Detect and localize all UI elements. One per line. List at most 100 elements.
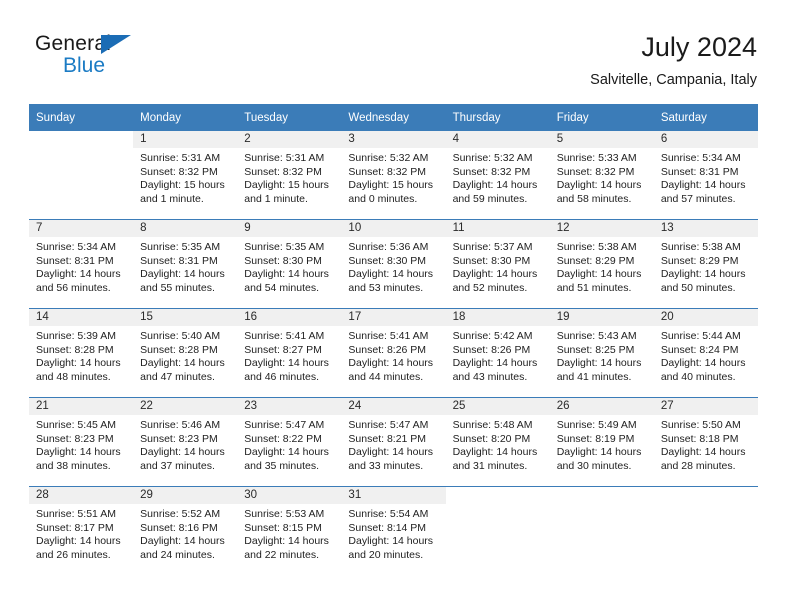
daylight-text-line1: Daylight: 14 hours (140, 535, 225, 548)
day-cell-12[interactable]: 12 Sunrise: 5:38 AM Sunset: 8:29 PM Dayligh… (549, 220, 654, 308)
day-number: 7 (29, 220, 134, 237)
sunrise-text: Sunrise: 5:53 AM (244, 508, 325, 520)
daylight-text-line1: Daylight: 14 hours (556, 179, 642, 192)
day-cell-28[interactable]: 28 Sunrise: 5:51 AM Sunset: 8:17 PM Dayligh… (29, 487, 134, 575)
calendar-cell: 4 Sunrise: 5:32 AM Sunset: 8:32 PM Daylight… (445, 131, 550, 220)
sunset-text: Sunset: 8:23 PM (36, 432, 114, 445)
daylight-text-line2: and 55 minutes. (140, 281, 215, 294)
day-details: Sunrise: 5:31 AM Sunset: 8:32 PM Daylight:… (237, 148, 341, 206)
day-details: Sunrise: 5:52 AM Sunset: 8:16 PM Daylight:… (133, 504, 237, 562)
day-cell-27[interactable]: 27 Sunrise: 5:50 AM Sunset: 8:18 PM Dayligh… (653, 398, 758, 486)
day-cell-2[interactable]: 2 Sunrise: 5:31 AM Sunset: 8:32 PM Daylight… (237, 131, 342, 219)
day-details: Sunrise: 5:51 AM Sunset: 8:17 PM Daylight:… (29, 504, 133, 562)
day-cell-7[interactable]: 7 Sunrise: 5:34 AM Sunset: 8:31 PM Daylight… (29, 220, 134, 308)
calendar-week-row: 7 Sunrise: 5:34 AM Sunset: 8:31 PM Daylight… (29, 219, 758, 309)
calendar-cell: 8 Sunrise: 5:35 AM Sunset: 8:31 PM Daylight… (133, 219, 238, 309)
daylight-text-line1: Daylight: 14 hours (556, 357, 642, 370)
daylight-text-line2: and 46 minutes. (244, 370, 319, 383)
calendar-cell: 12 Sunrise: 5:38 AM Sunset: 8:29 PM Dayligh… (549, 219, 654, 309)
day-details: Sunrise: 5:54 AM Sunset: 8:14 PM Daylight:… (341, 504, 445, 562)
day-cell-9[interactable]: 9 Sunrise: 5:35 AM Sunset: 8:30 PM Daylight… (237, 220, 342, 308)
day-cell-10[interactable]: 10 Sunrise: 5:36 AM Sunset: 8:30 PM Dayligh… (341, 220, 446, 308)
day-cell-16[interactable]: 16 Sunrise: 5:41 AM Sunset: 8:27 PM Dayligh… (237, 309, 342, 397)
calendar-cell: 5 Sunrise: 5:33 AM Sunset: 8:32 PM Daylight… (549, 131, 654, 220)
sunrise-text: Sunrise: 5:50 AM (660, 419, 741, 431)
calendar-week-row: 28 Sunrise: 5:51 AM Sunset: 8:17 PM Dayligh… (29, 486, 758, 575)
day-details: Sunrise: 5:53 AM Sunset: 8:15 PM Daylight:… (237, 504, 341, 562)
day-number: 14 (29, 309, 134, 326)
sunset-text: Sunset: 8:31 PM (660, 165, 739, 178)
day-number (29, 131, 133, 148)
weekday-header-tuesday: Tuesday (237, 104, 342, 131)
day-cell-21[interactable]: 21 Sunrise: 5:45 AM Sunset: 8:23 PM Dayligh… (29, 398, 134, 486)
day-details: Sunrise: 5:49 AM Sunset: 8:19 PM Daylight:… (550, 415, 654, 473)
day-cell-empty (550, 487, 654, 575)
daylight-text-line1: Daylight: 14 hours (660, 357, 746, 370)
day-details: Sunrise: 5:32 AM Sunset: 8:32 PM Daylight:… (341, 148, 445, 206)
calendar-cell (549, 486, 654, 575)
day-cell-24[interactable]: 24 Sunrise: 5:47 AM Sunset: 8:21 PM Dayligh… (341, 398, 446, 486)
sunset-text: Sunset: 8:32 PM (452, 165, 531, 178)
daylight-text-line1: Daylight: 14 hours (660, 446, 746, 459)
day-details: Sunrise: 5:48 AM Sunset: 8:20 PM Daylight:… (446, 415, 550, 473)
daylight-text-line1: Daylight: 14 hours (452, 179, 538, 192)
calendar-cell: 3 Sunrise: 5:32 AM Sunset: 8:32 PM Daylight… (341, 131, 446, 220)
general-blue-logo[interactable]: General Blue (35, 32, 155, 88)
sunrise-text: Sunrise: 5:48 AM (452, 419, 533, 431)
day-number: 21 (29, 398, 134, 415)
day-cell-31[interactable]: 31 Sunrise: 5:54 AM Sunset: 8:14 PM Dayligh… (341, 487, 446, 575)
day-cell-15[interactable]: 15 Sunrise: 5:40 AM Sunset: 8:28 PM Dayligh… (133, 309, 238, 397)
day-cell-8[interactable]: 8 Sunrise: 5:35 AM Sunset: 8:31 PM Daylight… (133, 220, 238, 308)
daylight-text-line1: Daylight: 15 hours (244, 179, 329, 192)
day-cell-18[interactable]: 18 Sunrise: 5:42 AM Sunset: 8:26 PM Dayligh… (445, 309, 550, 397)
daylight-text-line2: and 50 minutes. (660, 281, 736, 294)
daylight-text-line1: Daylight: 14 hours (348, 535, 434, 548)
daylight-text-line2: and 1 minute. (140, 192, 204, 205)
day-number: 25 (445, 398, 550, 415)
calendar-cell: 15 Sunrise: 5:40 AM Sunset: 8:28 PM Dayligh… (133, 308, 238, 398)
daylight-text-line2: and 31 minutes. (452, 459, 528, 472)
day-cell-13[interactable]: 13 Sunrise: 5:38 AM Sunset: 8:29 PM Dayligh… (653, 220, 758, 308)
calendar-cell (445, 486, 550, 575)
day-number: 4 (445, 131, 550, 148)
daylight-text-line1: Daylight: 14 hours (244, 535, 329, 548)
calendar-cell: 7 Sunrise: 5:34 AM Sunset: 8:31 PM Daylight… (29, 219, 134, 309)
day-details: Sunrise: 5:31 AM Sunset: 8:32 PM Daylight:… (133, 148, 237, 206)
day-cell-17[interactable]: 17 Sunrise: 5:41 AM Sunset: 8:26 PM Dayligh… (341, 309, 446, 397)
sunset-text: Sunset: 8:23 PM (140, 432, 218, 445)
day-number: 6 (653, 131, 758, 148)
day-cell-20[interactable]: 20 Sunrise: 5:44 AM Sunset: 8:24 PM Dayligh… (653, 309, 758, 397)
day-number: 26 (549, 398, 654, 415)
day-details: Sunrise: 5:46 AM Sunset: 8:23 PM Daylight:… (133, 415, 237, 473)
day-cell-4[interactable]: 4 Sunrise: 5:32 AM Sunset: 8:32 PM Daylight… (445, 131, 550, 219)
weekday-header-saturday: Saturday (653, 104, 758, 131)
day-details (446, 504, 550, 508)
calendar-cell: 9 Sunrise: 5:35 AM Sunset: 8:30 PM Daylight… (237, 219, 342, 309)
weekday-header-monday: Monday (133, 104, 238, 131)
sunrise-text: Sunrise: 5:49 AM (556, 419, 637, 431)
day-cell-14[interactable]: 14 Sunrise: 5:39 AM Sunset: 8:28 PM Dayligh… (29, 309, 134, 397)
day-number: 15 (133, 309, 238, 326)
calendar-cell: 27 Sunrise: 5:50 AM Sunset: 8:18 PM Dayligh… (653, 397, 758, 487)
day-cell-30[interactable]: 30 Sunrise: 5:53 AM Sunset: 8:15 PM Dayligh… (237, 487, 342, 575)
daylight-text-line2: and 52 minutes. (452, 281, 528, 294)
day-cell-11[interactable]: 11 Sunrise: 5:37 AM Sunset: 8:30 PM Dayligh… (445, 220, 550, 308)
sunrise-text: Sunrise: 5:44 AM (660, 330, 741, 342)
day-cell-19[interactable]: 19 Sunrise: 5:43 AM Sunset: 8:25 PM Dayligh… (549, 309, 654, 397)
sunrise-text: Sunrise: 5:40 AM (140, 330, 221, 342)
day-cell-1[interactable]: 1 Sunrise: 5:31 AM Sunset: 8:32 PM Daylight… (133, 131, 238, 219)
day-number: 5 (549, 131, 654, 148)
day-cell-5[interactable]: 5 Sunrise: 5:33 AM Sunset: 8:32 PM Daylight… (549, 131, 654, 219)
day-details: Sunrise: 5:34 AM Sunset: 8:31 PM Daylight:… (29, 237, 133, 295)
day-cell-29[interactable]: 29 Sunrise: 5:52 AM Sunset: 8:16 PM Dayligh… (133, 487, 238, 575)
day-cell-26[interactable]: 26 Sunrise: 5:49 AM Sunset: 8:19 PM Dayligh… (549, 398, 654, 486)
day-number: 17 (341, 309, 446, 326)
day-cell-6[interactable]: 6 Sunrise: 5:34 AM Sunset: 8:31 PM Daylight… (653, 131, 758, 219)
day-cell-22[interactable]: 22 Sunrise: 5:46 AM Sunset: 8:23 PM Dayligh… (133, 398, 238, 486)
day-cell-3[interactable]: 3 Sunrise: 5:32 AM Sunset: 8:32 PM Daylight… (341, 131, 446, 219)
daylight-text-line1: Daylight: 14 hours (556, 446, 642, 459)
sunset-text: Sunset: 8:15 PM (244, 521, 322, 534)
day-number: 8 (133, 220, 238, 237)
day-cell-23[interactable]: 23 Sunrise: 5:47 AM Sunset: 8:22 PM Dayligh… (237, 398, 342, 486)
day-cell-25[interactable]: 25 Sunrise: 5:48 AM Sunset: 8:20 PM Dayligh… (445, 398, 550, 486)
